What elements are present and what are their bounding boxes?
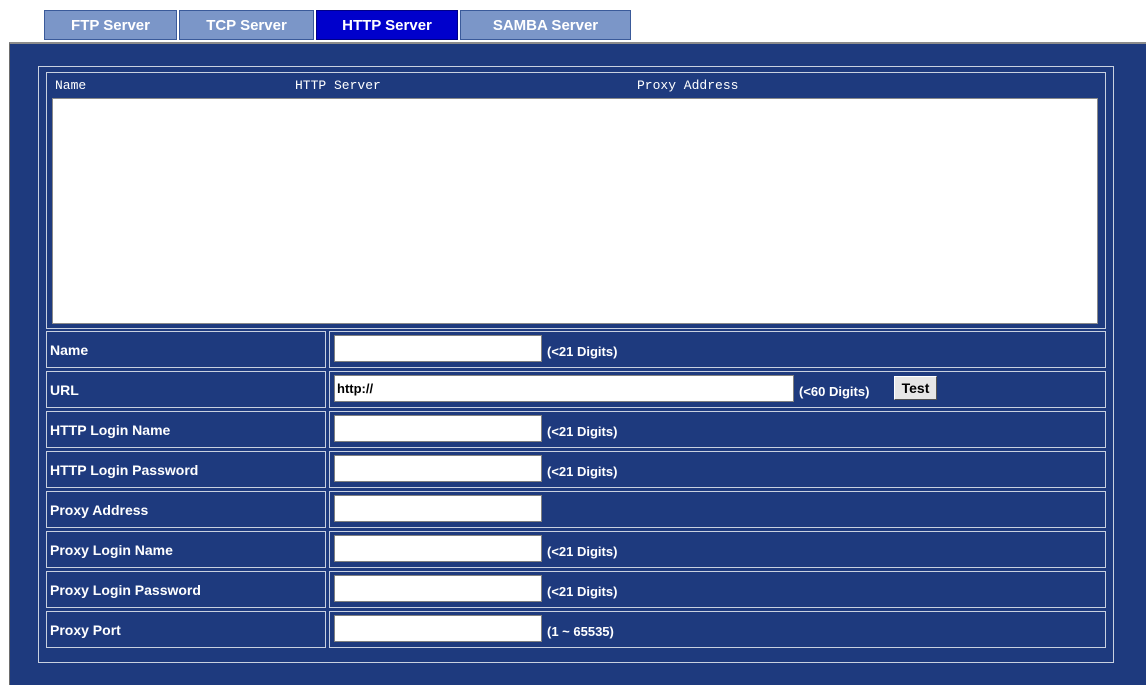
proxy-login-name-label: Proxy Login Name	[46, 531, 326, 568]
url-input[interactable]	[334, 375, 794, 402]
http-login-name-value-cell: (<21 Digits)	[329, 411, 1106, 448]
row-name: Name (<21 Digits)	[46, 331, 1106, 368]
row-proxy-port: Proxy Port (1 ~ 65535)	[46, 611, 1106, 648]
row-http-login-password: HTTP Login Password (<21 Digits)	[46, 451, 1106, 488]
row-proxy-address: Proxy Address	[46, 491, 1106, 528]
tab-samba-server[interactable]: SAMBA Server	[460, 10, 631, 40]
proxy-login-name-input[interactable]	[334, 535, 542, 562]
tab-ftp-server[interactable]: FTP Server	[44, 10, 177, 40]
proxy-login-password-hint: (<21 Digits)	[547, 584, 618, 599]
http-server-list: Name HTTP Server Proxy Address	[46, 72, 1106, 329]
name-label: Name	[46, 331, 326, 368]
proxy-port-hint: (1 ~ 65535)	[547, 624, 614, 639]
proxy-login-name-value-cell: (<21 Digits)	[329, 531, 1106, 568]
list-header-proxy-address: Proxy Address	[637, 78, 739, 93]
proxy-address-label: Proxy Address	[46, 491, 326, 528]
name-input[interactable]	[334, 335, 542, 362]
proxy-login-password-input[interactable]	[334, 575, 542, 602]
http-login-password-label: HTTP Login Password	[46, 451, 326, 488]
http-login-name-label: HTTP Login Name	[46, 411, 326, 448]
proxy-login-password-label: Proxy Login Password	[46, 571, 326, 608]
tab-tcp-server[interactable]: TCP Server	[179, 10, 314, 40]
http-login-password-hint: (<21 Digits)	[547, 464, 618, 479]
server-tabs: FTP Server TCP Server HTTP Server SAMBA …	[44, 10, 633, 40]
row-proxy-login-name: Proxy Login Name (<21 Digits)	[46, 531, 1106, 568]
list-header: Name HTTP Server Proxy Address	[47, 73, 1105, 95]
row-proxy-login-password: Proxy Login Password (<21 Digits)	[46, 571, 1106, 608]
http-login-password-value-cell: (<21 Digits)	[329, 451, 1106, 488]
proxy-address-input[interactable]	[334, 495, 542, 522]
list-header-http-server: HTTP Server	[295, 78, 381, 93]
list-header-name: Name	[55, 78, 87, 93]
server-list-area[interactable]	[52, 98, 1098, 324]
name-hint: (<21 Digits)	[547, 344, 618, 359]
http-login-name-input[interactable]	[334, 415, 542, 442]
http-login-name-hint: (<21 Digits)	[547, 424, 618, 439]
http-server-panel: Name HTTP Server Proxy Address Name (<21…	[9, 42, 1146, 685]
proxy-address-value-cell	[329, 491, 1106, 528]
row-url: URL (<60 Digits) Test	[46, 371, 1106, 408]
proxy-login-name-hint: (<21 Digits)	[547, 544, 618, 559]
proxy-port-label: Proxy Port	[46, 611, 326, 648]
proxy-login-password-value-cell: (<21 Digits)	[329, 571, 1106, 608]
row-http-login-name: HTTP Login Name (<21 Digits)	[46, 411, 1106, 448]
url-hint: (<60 Digits)	[799, 384, 870, 399]
url-value-cell: (<60 Digits) Test	[329, 371, 1106, 408]
proxy-port-input[interactable]	[334, 615, 542, 642]
test-button[interactable]: Test	[894, 376, 937, 400]
http-login-password-input[interactable]	[334, 455, 542, 482]
proxy-port-value-cell: (1 ~ 65535)	[329, 611, 1106, 648]
url-label: URL	[46, 371, 326, 408]
name-value-cell: (<21 Digits)	[329, 331, 1106, 368]
tab-http-server[interactable]: HTTP Server	[316, 10, 458, 40]
